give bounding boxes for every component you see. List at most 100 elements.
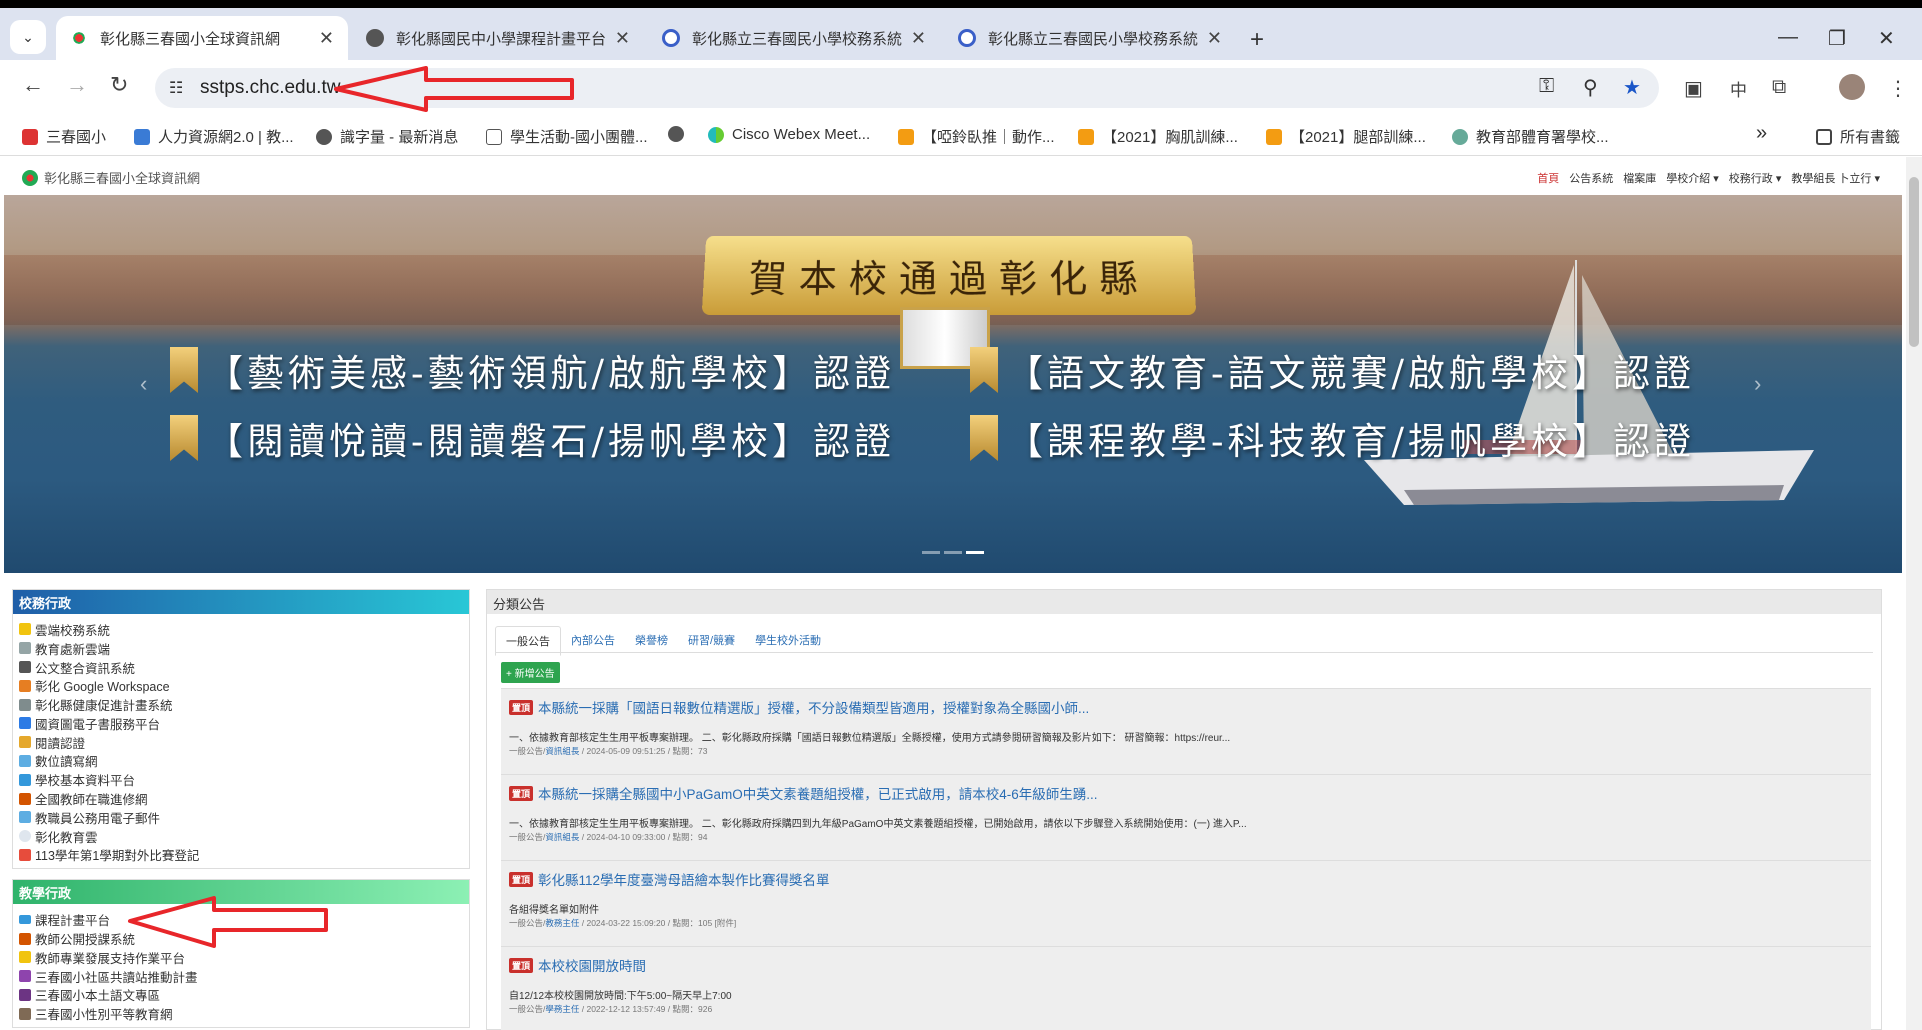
extensions-icon[interactable]: ⧉ [1772,76,1786,99]
monitor-icon [19,915,31,925]
hero-carousel[interactable]: 賀本校通過彰化縣 【藝術美感-藝術領航/啟航學校】認證 【語文教育-語文競賽/啟… [4,195,1902,573]
nav-home[interactable]: 首頁 [1537,170,1559,186]
admin-link[interactable]: 113學年第1學期對外比賽登記 [19,846,463,865]
announcement-item: 置頂 本縣統一採購全縣國中小PaGamO中英文素養題組授權，已正式啟用，請本校4-… [501,774,1871,860]
browser-toolbar: ← → ↻ ☷ sstps.chc.edu.tw ⚿ ⚲ ★ ▣ 中 ⧉ ⋮ [0,60,1922,116]
gender-icon [19,1007,31,1020]
bookmark-item[interactable]: 學生活動-國小團體... [486,126,648,147]
tab-3[interactable]: 彰化縣立三春國民小學校務系統 ✕ [944,16,1236,60]
back-button[interactable]: ← [22,72,44,98]
new-tab-button[interactable]: + [1250,26,1264,54]
tab-0[interactable]: 彰化縣三春國小全球資訊網 ✕ [56,16,348,60]
add-announcement-button[interactable]: + 新增公告 [501,662,560,683]
scrollbar-thumb[interactable] [1909,177,1919,347]
site-settings-icon[interactable]: ☷ [169,78,183,98]
tab-2[interactable]: 彰化縣立三春國民小學校務系統 ✕ [648,16,940,60]
bookmark-item[interactable]: 人力資源網2.0 | 教... [134,126,294,147]
admin-link[interactable]: 公文整合資訊系統 [19,658,463,677]
carousel-prev-icon[interactable]: ‹ [140,371,147,397]
hr-logo-icon [134,128,150,145]
medal-icon [19,736,31,749]
bar-chart-icon [19,773,31,786]
announcement-title[interactable]: 置頂 本縣統一採購全縣國中小PaGamO中英文素養題組授權，已正式啟用，請本校4-… [509,783,1098,803]
close-icon[interactable]: ✕ [911,28,926,49]
language-indicator[interactable]: 中 [1730,76,1747,101]
carousel-dot[interactable] [922,551,940,554]
all-bookmarks-button[interactable]: 所有書籤 [1816,126,1900,147]
bookmark-item[interactable]: 三春國小 [22,126,106,147]
carousel-dot[interactable] [966,551,984,554]
teaching-link[interactable]: 三春國小本土語文專區 [19,986,463,1005]
close-window-button[interactable]: ✕ [1878,26,1895,51]
admin-link[interactable]: 彰化 Google Workspace [19,676,463,695]
announcement-item: 置頂 彰化縣112學年度臺灣母語繪本製作比賽得獎名單 各組得獎名單如附件 一般公告… [501,860,1871,946]
admin-link[interactable]: 國資圖電子書服務平台 [19,714,463,733]
bookmark-item[interactable]: 【2021】腿部訓練... [1266,126,1426,147]
nav-file-library[interactable]: 檔案庫 [1623,170,1656,186]
forward-button[interactable]: → [66,72,88,98]
banner-line-4: 【課程教學-科技教育/揚帆學校】認證 [970,411,1695,465]
announcement-title[interactable]: 置頂 彰化縣112學年度臺灣母語繪本製作比賽得獎名單 [509,869,830,889]
admin-link[interactable]: 全國教師在職進修網 [19,789,463,808]
restore-button[interactable]: ❐ [1828,26,1846,51]
announcement-desc: 一、依據教育部核定生生用平板專案辦理。 二、彰化縣政府採購四到九年級PaGamO… [509,819,1247,830]
page-scrollbar[interactable] [1906,157,1922,1030]
close-icon[interactable]: ✕ [615,28,630,49]
admin-link[interactable]: 閱讀認證 [19,733,463,752]
carousel-next-icon[interactable]: › [1754,371,1761,397]
cast-icon[interactable]: ▣ [1684,76,1703,101]
banner-line-3: 【閱讀悅讀-閱讀磐石/揚帆學校】認證 [170,411,895,465]
site-brand[interactable]: 彰化縣三春國小全球資訊網 [22,168,200,187]
url-text[interactable]: sstps.chc.edu.tw [200,77,340,99]
admin-link[interactable]: 數位讀寫網 [19,752,463,771]
handshake-icon [19,951,31,964]
bookmark-item[interactable]: 教育部體育署學校... [1452,126,1609,147]
menu-icon[interactable]: ⋮ [1888,76,1908,101]
more-bookmarks-icon[interactable]: » [1756,122,1767,145]
announcement-title[interactable]: 置頂 本校校園開放時間 [509,955,646,975]
avatar[interactable] [1839,74,1865,100]
bookmark-item[interactable] [668,126,692,142]
bookmark-icon [170,415,198,461]
carousel-dot[interactable] [944,551,962,554]
folder-icon [1816,128,1832,145]
admin-link[interactable]: 教育處新雲端 [19,639,463,658]
announcement-item: 置頂 本縣統一採購「國語日報數位精選版」授權，不分設備類型皆適用，授權對象為全縣國… [501,688,1871,774]
bookmarks-bar: 三春國小 人力資源網2.0 | 教... 識字量 - 最新消息 學生活動-國小團… [0,116,1922,156]
admin-link[interactable]: 彰化教育雲 [19,827,463,846]
zoom-icon[interactable]: ⚲ [1583,75,1598,100]
nav-user-menu[interactable]: 教學組長 卜立行 ▾ [1791,170,1880,186]
author-link[interactable]: 資訊組長 [545,832,579,842]
document-icon [486,128,502,145]
tab-search-button[interactable]: ⌄ [10,20,46,54]
admin-link[interactable]: 雲端校務系統 [19,620,463,639]
admin-link[interactable]: 彰化縣健康促進計畫系統 [19,695,463,714]
bookmark-icon [970,415,998,461]
nav-announcement-system[interactable]: 公告系統 [1569,170,1613,186]
announcement-title[interactable]: 置頂 本縣統一採購「國語日報數位精選版」授權，不分設備類型皆適用，授權對象為全縣國… [509,697,1089,717]
minimize-button[interactable]: — [1778,26,1798,49]
author-link[interactable]: 教務主任 [545,918,579,928]
tab-title: 彰化縣立三春國民小學校務系統 [988,30,1199,48]
author-link[interactable]: 資訊組長 [545,746,579,756]
close-icon[interactable]: ✕ [319,28,334,49]
bookmark-star-icon[interactable]: ★ [1623,75,1641,100]
author-link[interactable]: 學務主任 [545,1004,579,1014]
close-icon[interactable]: ✕ [1207,28,1222,49]
nav-school-admin[interactable]: 校務行政 ▾ [1729,170,1782,186]
admin-link[interactable]: 教職員公務用電子郵件 [19,808,463,827]
key-icon[interactable]: ⚿ [1539,75,1554,98]
stethoscope-icon [19,698,31,711]
bookmark-item[interactable]: Cisco Webex Meet... [708,126,870,143]
teaching-link[interactable]: 三春國小社區共讀站推動計畫 [19,967,463,986]
bookmark-item[interactable]: 【2021】胸肌訓練... [1078,126,1238,147]
tab-1[interactable]: 彰化縣國民中小學課程計畫平台 ✕ [352,16,644,60]
teaching-link[interactable]: 教師專業發展支持作業平台 [19,948,463,967]
announcement-item: 置頂 本校校園開放時間 自12/12本校校園開放時間:下午5:00~隔天早上7:0… [501,946,1871,1030]
teaching-link[interactable]: 三春國小性別平等教育網 [19,1004,463,1023]
bookmark-item[interactable]: 【啞鈴臥推｜動作... [898,126,1055,147]
reload-button[interactable]: ↻ [110,72,128,98]
admin-link[interactable]: 學校基本資料平台 [19,770,463,789]
nav-school-intro[interactable]: 學校介紹 ▾ [1666,170,1719,186]
bookmark-item[interactable]: 識字量 - 最新消息 [316,126,458,147]
